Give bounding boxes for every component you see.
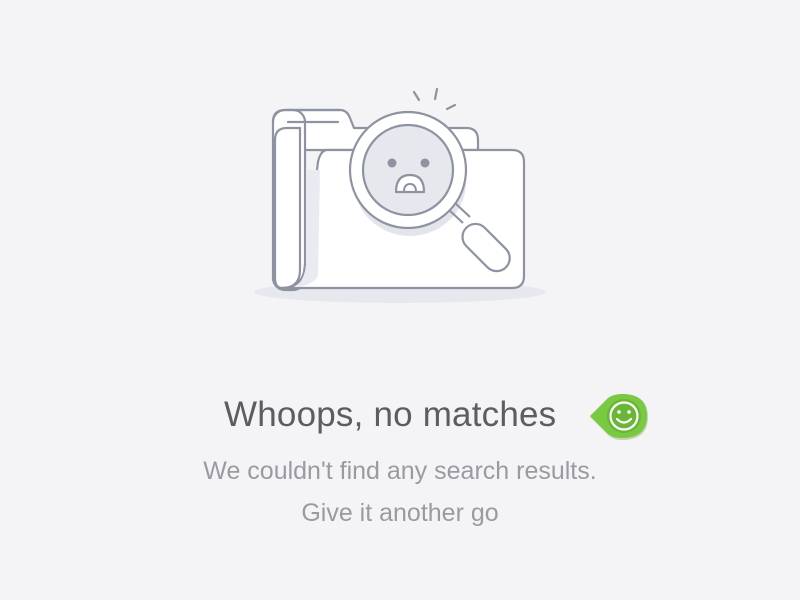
page-title: Whoops, no matches	[224, 395, 557, 434]
title-row: Whoops, no matches	[0, 390, 800, 446]
empty-state-message: We couldn't find any search results. Giv…	[0, 450, 800, 534]
message-line-2: Give it another go	[301, 499, 499, 527]
empty-search-results-screen: Whoops, no matches We couldn't find any …	[0, 0, 800, 600]
message-line-1: We couldn't find any search results.	[203, 457, 597, 485]
smiley-face-icon	[590, 394, 648, 440]
folder-magnifier-sad-face-icon	[254, 87, 546, 303]
